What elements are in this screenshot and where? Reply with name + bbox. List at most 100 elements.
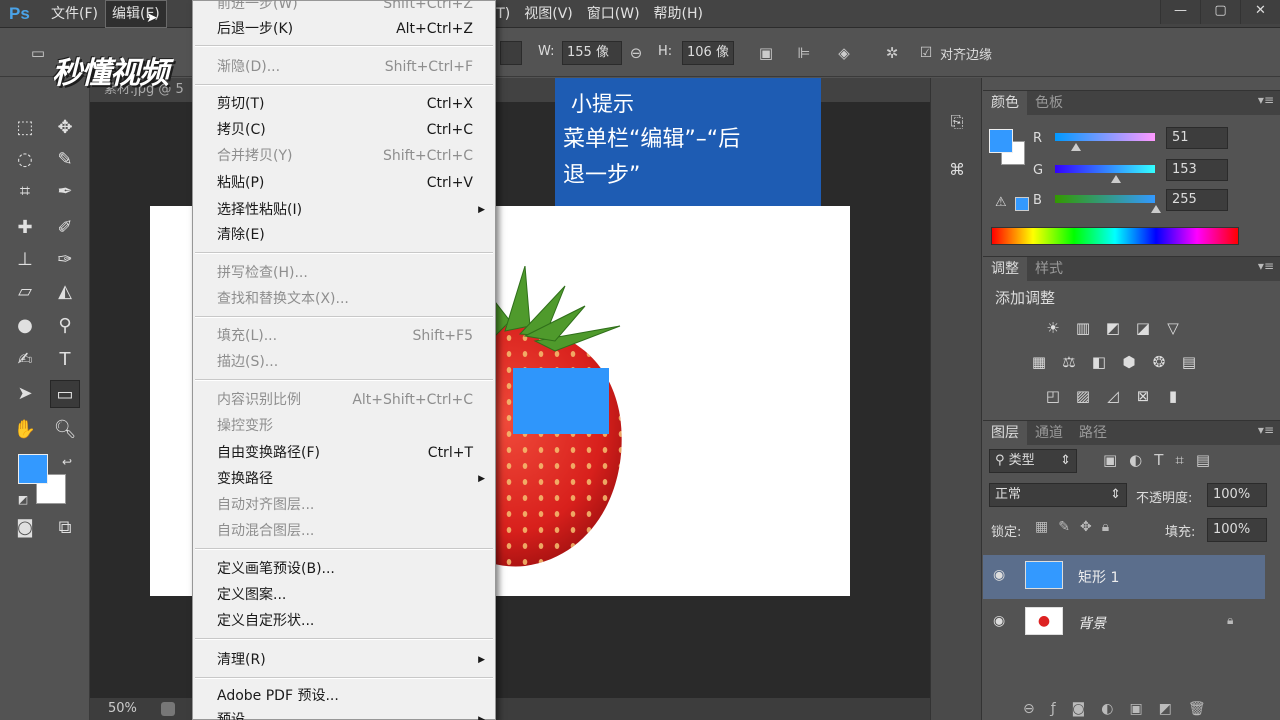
blur-tool-icon[interactable]: ● xyxy=(10,312,40,340)
minimize-button[interactable]: — xyxy=(1160,0,1200,24)
menu-item-clear[interactable]: 清除(E) xyxy=(193,222,495,248)
exposure-icon[interactable]: ◪ xyxy=(1133,319,1153,337)
crop-tool-icon[interactable]: ⌗ xyxy=(10,178,40,206)
height-field[interactable]: 106 像 xyxy=(682,41,734,65)
tab-layers[interactable]: 图层 xyxy=(983,421,1027,445)
channel-mixer-icon[interactable]: ❂ xyxy=(1149,353,1169,371)
align-edges-checkbox[interactable]: ☑ xyxy=(916,43,936,63)
path-arrangement-icon[interactable]: ◈ xyxy=(834,43,854,63)
healing-tool-icon[interactable]: ✚ xyxy=(10,214,40,242)
screen-mode-icon[interactable]: ⧉ xyxy=(50,514,80,542)
status-icon[interactable] xyxy=(161,701,176,716)
menu-item-free-transform-path[interactable]: 自由变换路径(F) Ctrl+T xyxy=(193,440,495,466)
tab-channels[interactable]: 通道 xyxy=(1027,421,1071,445)
shape-tool-icon[interactable]: ▭ xyxy=(50,380,80,408)
layer-row[interactable]: ◉ ● 背景 🔒︎ xyxy=(983,601,1265,641)
web-safe-swatch[interactable] xyxy=(1015,197,1029,211)
history-panel-icon[interactable]: ⎘ xyxy=(945,112,969,136)
layer-name[interactable]: 背景 xyxy=(1078,613,1106,633)
blue-rectangle-shape[interactable] xyxy=(513,368,609,434)
tab-styles[interactable]: 样式 xyxy=(1027,257,1071,281)
lasso-tool-icon[interactable]: ◌ xyxy=(10,146,40,174)
tab-swatches[interactable]: 色板 xyxy=(1027,91,1071,115)
menu-item-step-forward[interactable]: 前进一步(W) Shift+Ctrl+Z xyxy=(193,0,495,17)
panel-menu-icon[interactable]: ▾≡ xyxy=(1258,93,1274,107)
menu-item-fade[interactable]: 渐隐(D)... Shift+Ctrl+F xyxy=(193,54,495,80)
menu-item-pdf-presets[interactable]: Adobe PDF 预设... xyxy=(193,683,495,709)
menu-item-purge[interactable]: 清理(R) ▶ xyxy=(193,647,495,673)
dodge-tool-icon[interactable]: ⚲ xyxy=(50,312,80,340)
blend-mode-dropdown[interactable]: 正常 ⇕ xyxy=(989,483,1127,507)
menu-item-puppet-warp[interactable]: 操控变形 xyxy=(193,413,495,439)
eraser-tool-icon[interactable]: ▱ xyxy=(10,278,40,306)
color-lookup-icon[interactable]: ▤ xyxy=(1179,353,1199,371)
menu-item-define-brush[interactable]: 定义画笔预设(B)... xyxy=(193,556,495,582)
path-operations-icon[interactable]: ▣ xyxy=(756,43,776,63)
panel-menu-icon[interactable]: ▾≡ xyxy=(1258,423,1274,437)
marquee-tool-icon[interactable]: ⬚ xyxy=(10,114,40,142)
menu-item-copy-merged[interactable]: 合并拷贝(Y) Shift+Ctrl+C xyxy=(193,143,495,169)
hue-saturation-icon[interactable]: ▦ xyxy=(1029,353,1049,371)
menu-item-cut[interactable]: 剪切(T) Ctrl+X xyxy=(193,91,495,117)
swap-colors-icon[interactable]: ↩ xyxy=(52,448,82,476)
fill-field[interactable]: 100% xyxy=(1207,518,1267,542)
menu-item-presets[interactable]: 预设 ▶ xyxy=(193,707,495,720)
brush-tool-icon[interactable]: ✐ xyxy=(50,214,80,242)
invert-icon[interactable]: ◰ xyxy=(1043,387,1063,405)
threshold-icon[interactable]: ◿ xyxy=(1103,387,1123,405)
path-select-tool-icon[interactable]: ➤ xyxy=(10,380,40,408)
foreground-color-swatch[interactable] xyxy=(18,454,48,484)
opacity-field[interactable]: 100% xyxy=(1207,483,1267,507)
lock-icons[interactable]: ▦✎✥🔒︎ xyxy=(1035,519,1119,535)
tab-adjustments[interactable]: 调整 xyxy=(983,257,1027,281)
tab-color[interactable]: 颜色 xyxy=(983,91,1027,115)
curves-icon[interactable]: ◩ xyxy=(1103,319,1123,337)
pen-tool-icon[interactable]: ✍ xyxy=(10,346,40,374)
menu-view[interactable]: 视图(V) xyxy=(517,0,580,28)
menu-item-paste-special[interactable]: 选择性粘贴(I) ▶ xyxy=(193,197,495,223)
zoom-level[interactable]: 50% xyxy=(108,701,137,716)
color-balance-icon[interactable]: ⚖ xyxy=(1059,353,1079,371)
width-field[interactable]: 155 像 xyxy=(562,41,622,65)
maximize-button[interactable]: ▢ xyxy=(1200,0,1240,24)
mode-dropdown[interactable] xyxy=(500,41,522,65)
g-slider[interactable]: G 153 xyxy=(1033,159,1263,183)
properties-panel-icon[interactable]: ⌘ xyxy=(945,160,969,184)
brightness-icon[interactable]: ☀ xyxy=(1043,319,1063,337)
menu-item-step-backward[interactable]: 后退一步(K) Alt+Ctrl+Z xyxy=(193,16,495,42)
r-value-field[interactable]: 51 xyxy=(1166,127,1228,149)
gradient-map-icon[interactable]: ▮ xyxy=(1163,387,1183,405)
zoom-tool-icon[interactable]: 🔍︎ xyxy=(50,416,80,444)
path-alignment-icon[interactable]: ⊫ xyxy=(794,43,814,63)
g-value-field[interactable]: 153 xyxy=(1166,159,1228,181)
type-tool-icon[interactable]: T xyxy=(50,346,80,374)
menu-item-transform-path[interactable]: 变换路径 ▶ xyxy=(193,466,495,492)
gear-icon[interactable]: ✲ xyxy=(882,43,902,63)
hand-tool-icon[interactable]: ✋ xyxy=(10,416,40,444)
b-value-field[interactable]: 255 xyxy=(1166,189,1228,211)
menu-item-content-aware-scale[interactable]: 内容识别比例 Alt+Shift+Ctrl+C xyxy=(193,387,495,413)
history-brush-tool-icon[interactable]: ✑ xyxy=(50,246,80,274)
menu-item-copy[interactable]: 拷贝(C) Ctrl+C xyxy=(193,117,495,143)
paint-bucket-tool-icon[interactable]: ◭ xyxy=(50,278,80,306)
layer-filter-dropdown[interactable]: ⚲ 类型 ⇕ xyxy=(989,449,1077,473)
layer-actions-icons[interactable]: ⊖ƒ◙◐▣◩🗑︎ xyxy=(1023,701,1222,717)
levels-icon[interactable]: ▥ xyxy=(1073,319,1093,337)
posterize-icon[interactable]: ▨ xyxy=(1073,387,1093,405)
move-tool-icon[interactable]: ✥ xyxy=(50,114,80,142)
eye-icon[interactable]: ◉ xyxy=(993,613,1005,629)
menu-item-fill[interactable]: 填充(L)... Shift+F5 xyxy=(193,323,495,349)
menu-file[interactable]: 文件(F) xyxy=(44,0,105,28)
layer-row[interactable]: ◉ 矩形 1 xyxy=(983,555,1265,599)
tab-paths[interactable]: 路径 xyxy=(1071,421,1115,445)
menu-item-define-shape[interactable]: 定义自定形状... xyxy=(193,608,495,634)
eyedropper-tool-icon[interactable]: ✒ xyxy=(50,178,80,206)
stamp-tool-icon[interactable]: ⊥ xyxy=(10,246,40,274)
panel-menu-icon[interactable]: ▾≡ xyxy=(1258,259,1274,273)
menu-item-auto-blend-layers[interactable]: 自动混合图层... xyxy=(193,518,495,544)
color-spectrum[interactable] xyxy=(991,227,1239,245)
menu-help[interactable]: 帮助(H) xyxy=(647,0,710,28)
vibrance-icon[interactable]: ▽ xyxy=(1163,319,1183,337)
menu-item-stroke[interactable]: 描边(S)... xyxy=(193,349,495,375)
eye-icon[interactable]: ◉ xyxy=(993,567,1005,583)
